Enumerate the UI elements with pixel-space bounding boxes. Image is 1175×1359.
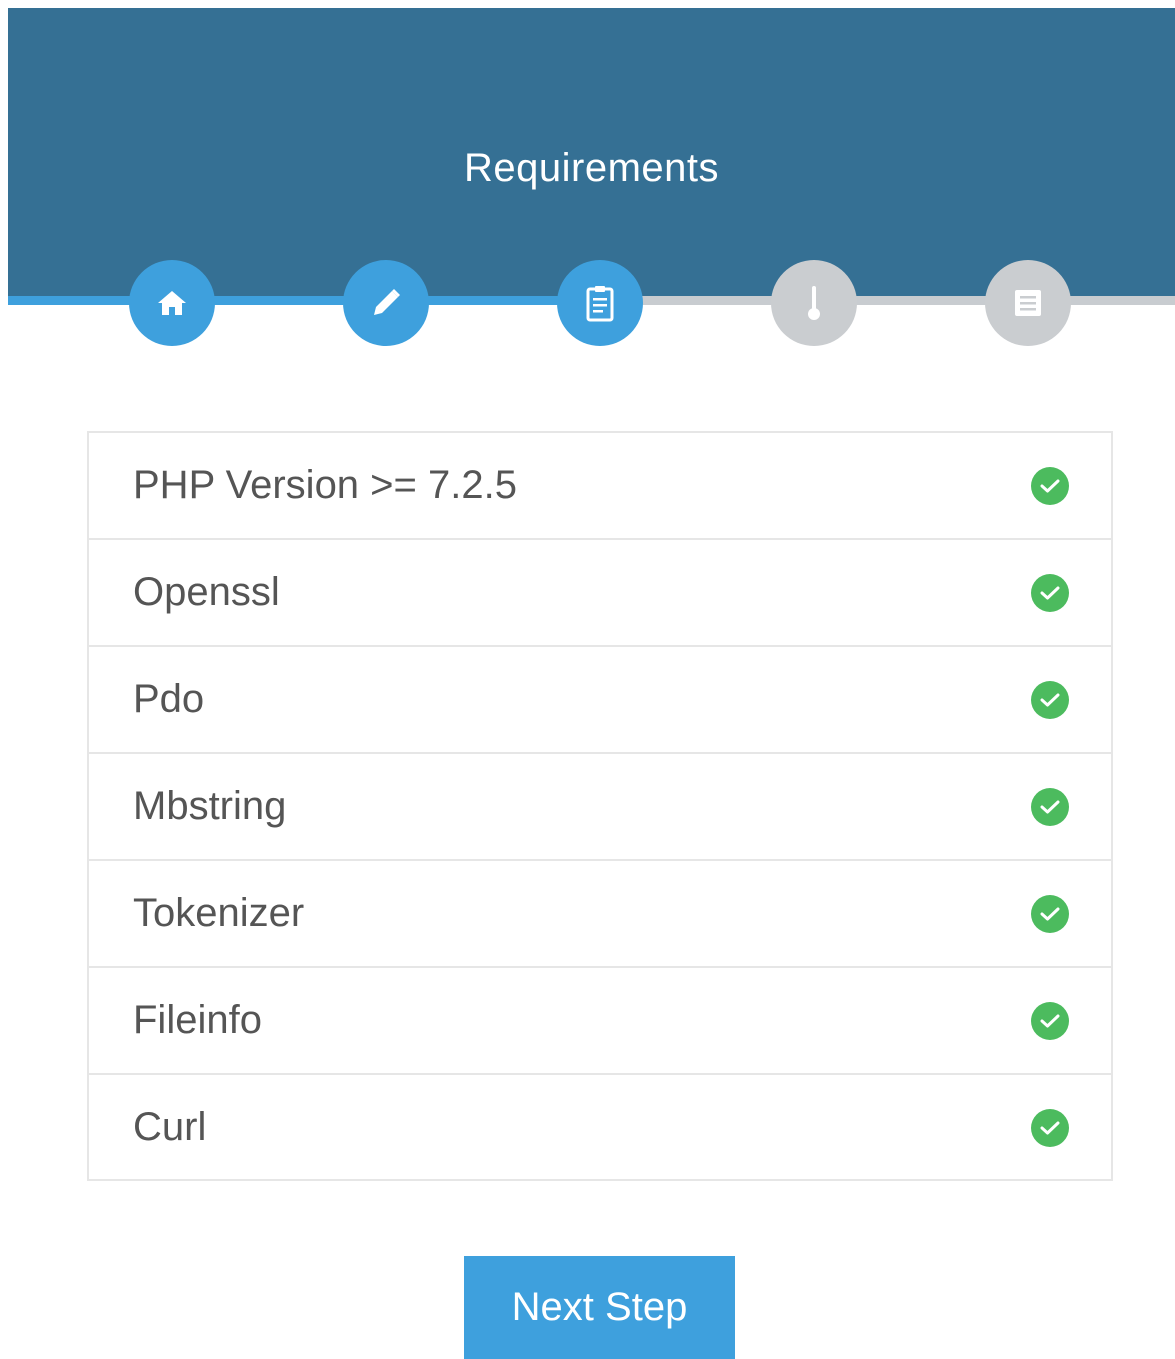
document-icon xyxy=(1015,290,1041,316)
list-item: Fileinfo xyxy=(89,968,1111,1075)
check-circle-icon xyxy=(1031,895,1069,933)
installer-page: Requirements PHP Version >= 7.2.5 Openss… xyxy=(0,0,1175,1359)
step-environment[interactable] xyxy=(985,260,1071,346)
check-circle-icon xyxy=(1031,1109,1069,1147)
check-circle-icon xyxy=(1031,788,1069,826)
list-item: Tokenizer xyxy=(89,861,1111,968)
list-item: PHP Version >= 7.2.5 xyxy=(89,433,1111,540)
step-requirements[interactable] xyxy=(557,260,643,346)
check-circle-icon xyxy=(1031,681,1069,719)
step-permissions[interactable] xyxy=(771,260,857,346)
key-icon xyxy=(808,286,820,320)
requirement-label: Tokenizer xyxy=(133,891,305,935)
list-item: Mbstring xyxy=(89,754,1111,861)
check-circle-icon xyxy=(1031,574,1069,612)
requirement-label: Fileinfo xyxy=(133,998,262,1042)
home-icon xyxy=(158,291,186,315)
list-item: Openssl xyxy=(89,540,1111,647)
requirement-label: Mbstring xyxy=(133,784,287,828)
requirement-label: Curl xyxy=(133,1105,207,1149)
step-home[interactable] xyxy=(129,260,215,346)
step-edit[interactable] xyxy=(343,260,429,346)
requirements-list: PHP Version >= 7.2.5 Openssl Pdo Mbstrin… xyxy=(87,431,1113,1181)
requirement-label: PHP Version >= 7.2.5 xyxy=(133,463,517,507)
page-title: Requirements xyxy=(463,146,719,190)
check-circle-icon xyxy=(1031,467,1069,505)
header-banner: Requirements xyxy=(8,8,1175,300)
list-item: Curl xyxy=(89,1075,1111,1182)
pencil-icon xyxy=(374,289,400,315)
check-circle-icon xyxy=(1031,1002,1069,1040)
list-item: Pdo xyxy=(89,647,1111,754)
requirement-label: Pdo xyxy=(133,677,205,721)
next-step-button[interactable]: Next Step xyxy=(464,1256,735,1359)
clipboard-icon xyxy=(586,286,614,322)
progress-track-fill xyxy=(8,296,600,305)
requirement-label: Openssl xyxy=(133,570,280,614)
